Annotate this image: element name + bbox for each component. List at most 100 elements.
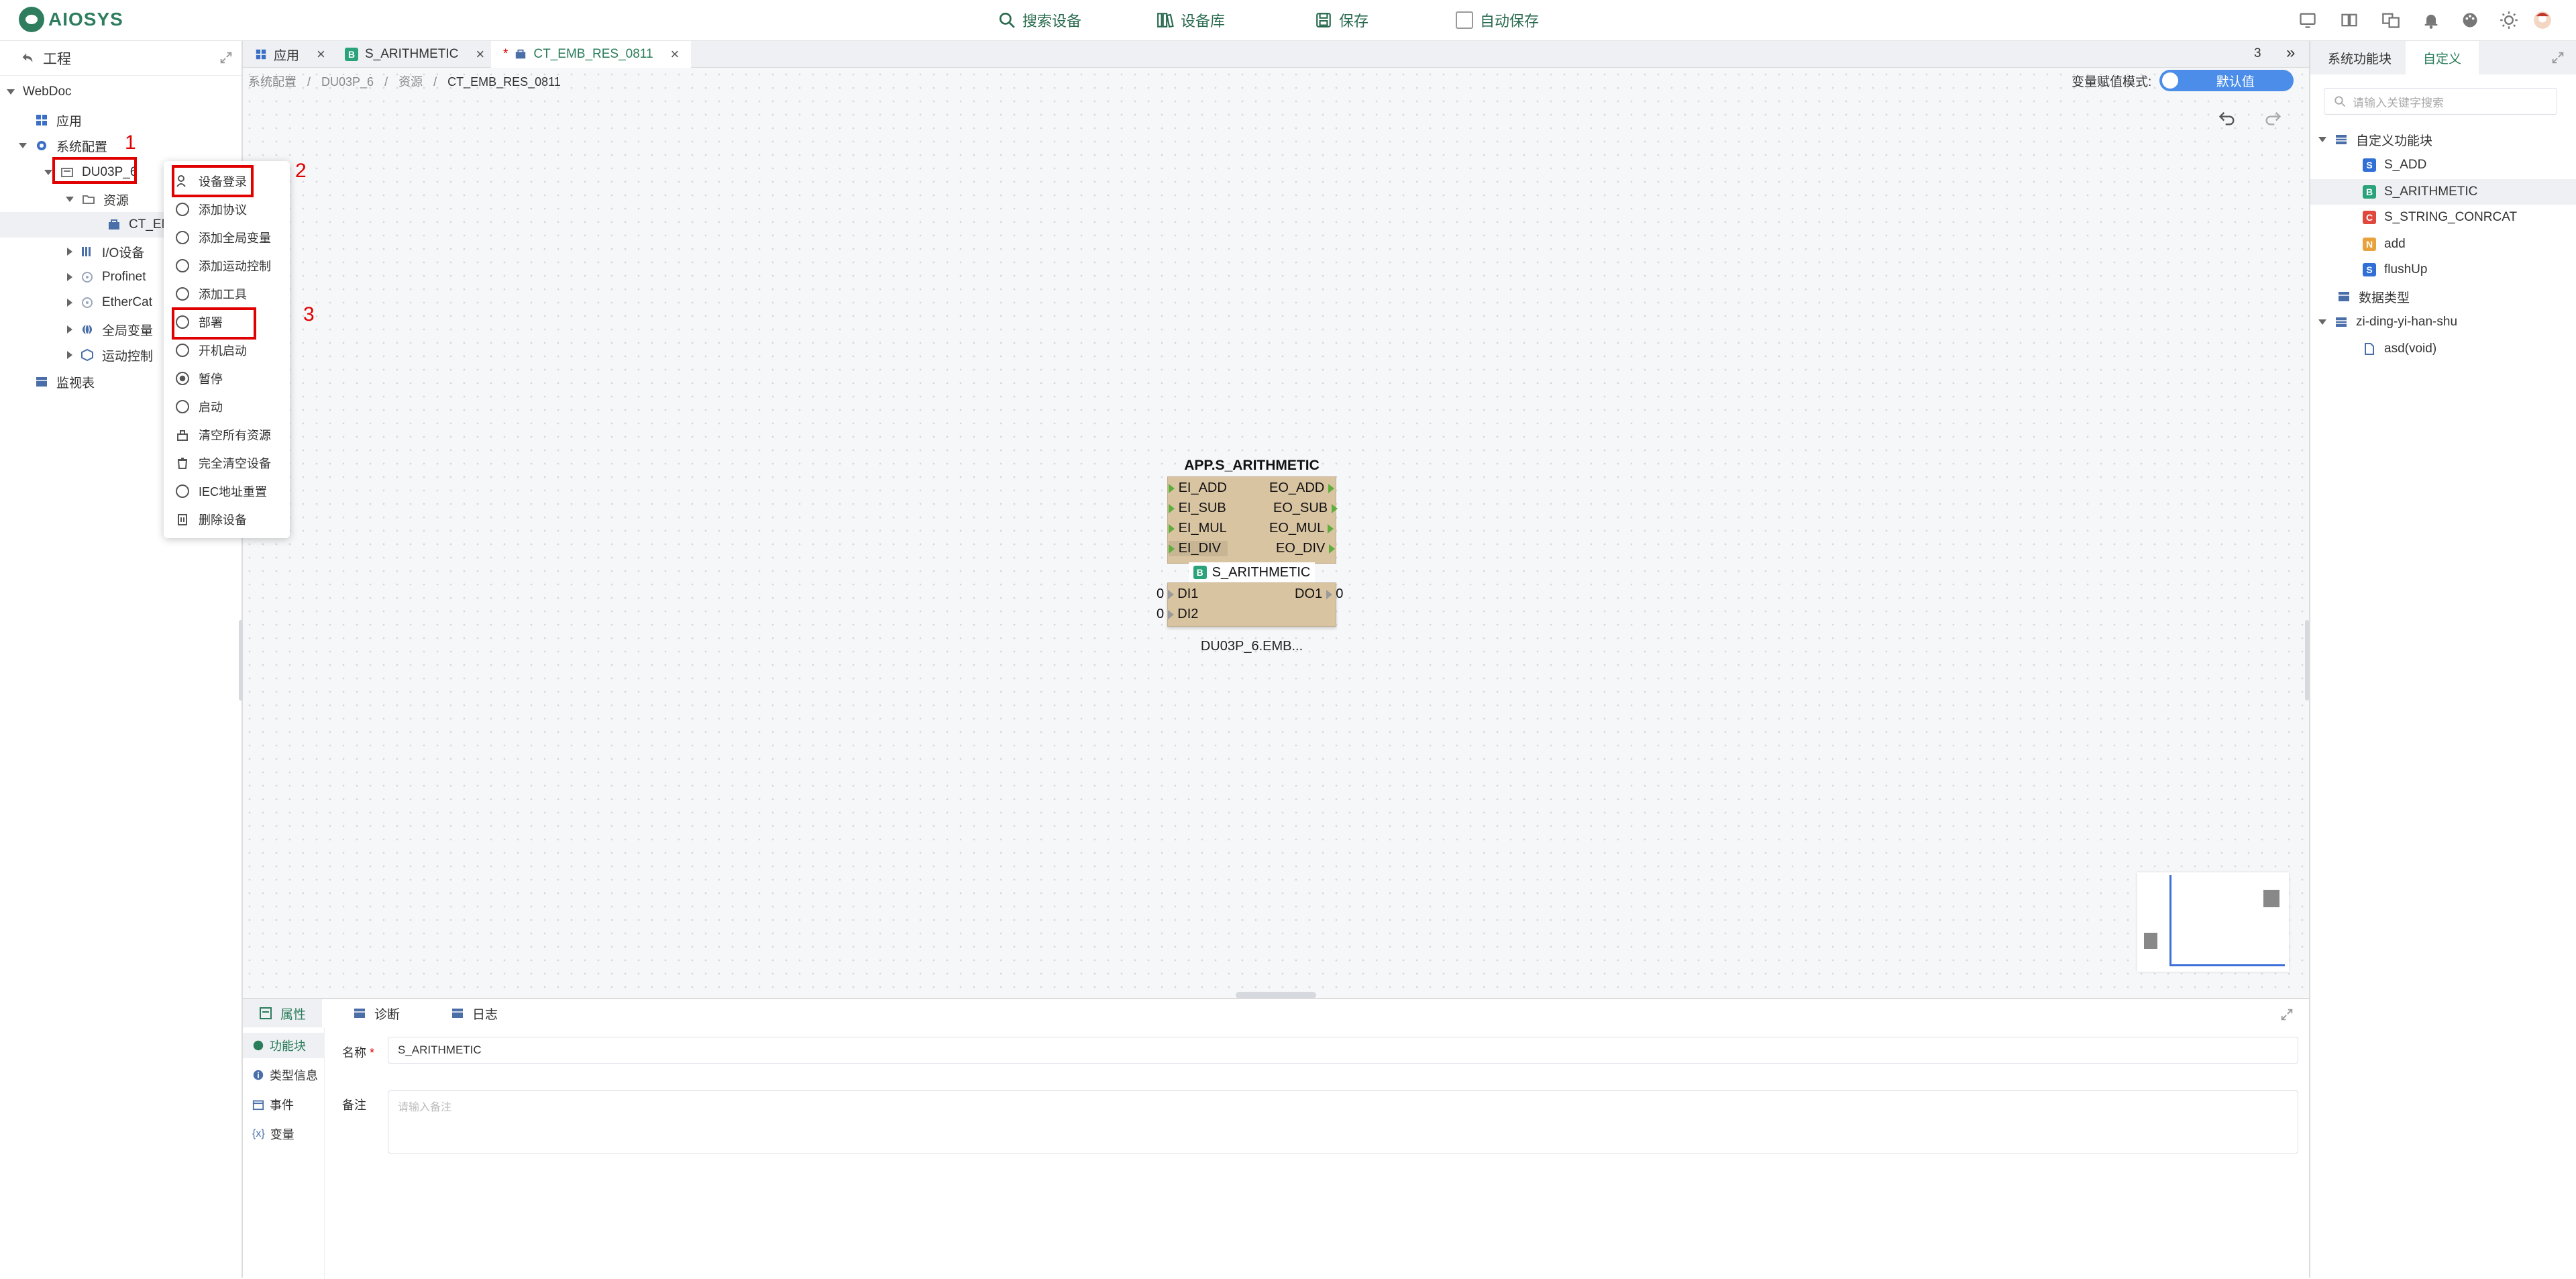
breadcrumb-item: CT_EMB_RES_0811 [447,75,561,89]
collapse-panel-icon[interactable] [219,50,233,65]
lib-item[interactable]: asd(void) [2363,336,2436,362]
event-input-pin[interactable]: EI_MUL [1169,521,1227,536]
bell-icon[interactable] [2422,11,2440,30]
save-button[interactable]: 保存 [1315,9,1368,31]
expand-caret-icon[interactable] [67,248,72,256]
breadcrumb-item[interactable]: DU03P_6 [321,75,374,89]
expand-caret-icon[interactable] [19,143,27,148]
name-field[interactable]: S_ARITHMETIC [388,1037,2298,1064]
tree-item-ethercat[interactable]: EtherCat [67,290,152,315]
close-icon[interactable]: × [317,46,325,63]
lib-item[interactable]: C S_STRING_CONRCAT [2363,205,2517,230]
event-input-pin[interactable]: EI_SUB [1169,501,1226,516]
side-item-variable[interactable]: {x} 变量 [252,1121,294,1147]
tab-system-fb[interactable]: 系统功能块 [2310,41,2409,74]
menu-item-delete-device[interactable]: 删除设备 [176,507,247,531]
tab-s-arithmetic[interactable]: B S_ARITHMETIC × [333,41,496,68]
undo-icon[interactable] [2218,110,2237,126]
menu-item-add-motion[interactable]: 添加运动控制 [176,254,271,278]
event-output-pin[interactable]: EO_ADD [1269,480,1334,496]
collapse-panel-icon[interactable] [2279,1007,2294,1022]
expand-caret-icon[interactable] [66,197,74,202]
menu-item-pause[interactable]: 暂停 [176,366,223,391]
function-doc-icon [2365,343,2374,355]
more-tabs-button[interactable]: » [2286,44,2295,62]
properties-sidebar: 功能块 类型信息 事件 {x} 变量 [243,1027,325,1279]
tab-custom[interactable]: 自定义 [2406,41,2479,74]
theme-sun-icon[interactable] [2500,11,2518,30]
breadcrumb-item[interactable]: 系统配置 [248,75,297,89]
menu-item-start[interactable]: 启动 [176,395,223,419]
menu-item-wipe-device[interactable]: 完全清空设备 [176,451,271,475]
menu-item-add-tool[interactable]: 添加工具 [176,282,247,306]
library-search-input[interactable]: 请输入关键字搜索 [2324,88,2557,115]
menu-item-add-protocol[interactable]: 添加协议 [176,197,247,221]
tree-item-webdoc[interactable]: WebDoc [7,79,72,105]
expand-caret-icon[interactable] [2318,137,2326,142]
menu-item-clear-resources[interactable]: 清空所有资源 [176,423,271,447]
tree-item-io[interactable]: I/O设备 [67,239,144,264]
left-resize-handle[interactable] [239,620,243,701]
tree-item-system-config[interactable]: 系统配置 [19,133,107,158]
event-input-pin[interactable]: EI_ADD [1169,480,1227,496]
menu-item-iec-reset[interactable]: IEC地址重置 [176,479,267,503]
lib-group-custom-fb[interactable]: 自定义功能块 [2318,127,2432,152]
minimap[interactable] [2137,872,2289,972]
variable-mode-toggle[interactable]: 默认值 [2159,70,2294,91]
tree-item-profinet[interactable]: Profinet [67,264,146,290]
tree-item-global-vars[interactable]: 全局变量 [67,317,153,342]
redo-icon[interactable] [2263,110,2282,126]
lib-group-data-types[interactable]: 数据类型 [2337,284,2410,309]
tab-properties[interactable]: 属性 [243,999,323,1027]
minimap-viewport[interactable] [2169,875,2285,966]
data-input-pin[interactable]: 0 DI2 [1157,607,1198,622]
expand-caret-icon[interactable] [7,89,15,95]
lib-item[interactable]: N add [2363,232,2406,257]
event-output-pin[interactable]: EO_MUL [1269,521,1334,536]
back-arrow-icon[interactable] [20,51,35,66]
palette-icon[interactable] [2461,11,2479,30]
side-item-type-info[interactable]: 类型信息 [252,1062,318,1088]
close-icon[interactable]: × [671,46,680,63]
data-output-pin[interactable]: DO1 0 [1295,586,1343,602]
collapse-panel-icon[interactable] [2551,50,2565,65]
auto-save-checkbox[interactable] [1456,11,1473,29]
expand-caret-icon[interactable] [44,170,52,175]
remark-textarea[interactable]: 请输入备注 [388,1090,2298,1154]
translate-icon[interactable] [2381,11,2400,30]
tree-item-app[interactable]: 应用 [35,107,82,133]
expand-caret-icon[interactable] [67,273,72,281]
data-input-pin[interactable]: 0 DI1 [1157,586,1198,602]
lib-group-zi-ding[interactable]: zi-ding-yi-han-shu [2318,309,2457,335]
search-device-button[interactable]: 搜索设备 [998,9,1081,31]
expand-caret-icon[interactable] [2318,319,2326,325]
tree-item-motion[interactable]: 运动控制 [67,342,153,368]
tree-item-resources[interactable]: 资源 [66,187,129,212]
breadcrumb-item[interactable]: 资源 [398,75,423,89]
tab-log[interactable]: 日志 [435,999,514,1027]
lib-item[interactable]: S flushUp [2363,257,2427,283]
event-output-pin[interactable]: EO_SUB [1273,501,1338,516]
menu-item-boot-start[interactable]: 开机启动 [176,338,247,362]
expand-caret-icon[interactable] [67,299,72,307]
lib-item[interactable]: S S_ADD [2363,152,2426,178]
monitor-icon[interactable] [2298,11,2317,30]
tab-diagnostics[interactable]: 诊断 [337,999,416,1027]
avatar[interactable] [2533,11,2552,30]
close-icon[interactable]: × [476,46,484,63]
book-icon[interactable] [2340,11,2359,30]
side-item-event[interactable]: 事件 [252,1092,294,1117]
tree-item-watch[interactable]: 监视表 [35,369,95,395]
fb-type-label: B S_ARITHMETIC [1189,562,1315,582]
device-library-button[interactable]: 设备库 [1157,9,1225,31]
side-item-function-block[interactable]: 功能块 [243,1033,325,1058]
menu-item-add-global-var[interactable]: 添加全局变量 [176,225,271,250]
tab-app[interactable]: 应用 × [243,41,337,68]
auto-save-toggle[interactable]: 自动保存 [1456,9,1539,31]
lib-item[interactable]: B S_ARITHMETIC [2310,179,2576,205]
event-input-pin[interactable]: EI_DIV [1169,541,1228,556]
expand-caret-icon[interactable] [67,325,72,334]
expand-caret-icon[interactable] [67,351,72,359]
tab-ct-emb-res[interactable]: * CT_EMB_RES_0811 × [491,41,692,68]
event-output-pin[interactable]: EO_DIV [1276,541,1335,556]
